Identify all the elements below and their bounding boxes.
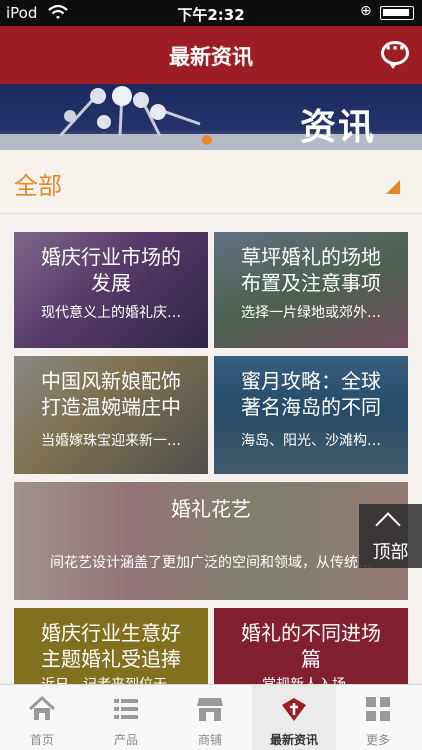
list-icon — [112, 695, 140, 723]
news-card[interactable]: 婚礼的不同进场 篇 常规新人入场… — [214, 608, 408, 684]
card-title-line1: 婚庆行业市场的 — [41, 245, 181, 269]
tab-label: 最新资讯 — [269, 733, 318, 747]
news-icon — [280, 695, 308, 723]
card-title-line1: 蜜月攻略：全球 — [241, 369, 381, 393]
card-summary: 近日，记者来到位于… — [22, 674, 200, 684]
chat-bubble-icon[interactable] — [381, 38, 409, 69]
tab-products[interactable]: 产品 — [84, 685, 168, 750]
filter-label: 全部 — [14, 172, 62, 200]
card-title-line2: 布置及注意事项 — [241, 271, 381, 295]
page-title: 最新资讯 — [169, 45, 253, 69]
card-title-line2: 打造温婉端庄中 — [41, 395, 181, 419]
chevron-up-icon — [375, 512, 401, 538]
tab-label: 产品 — [113, 733, 138, 747]
tab-news[interactable]: 最新资讯 — [252, 685, 336, 750]
card-title-line1: 婚庆行业生意好 — [41, 621, 181, 645]
card-title-line1: 婚礼花艺 — [171, 497, 251, 521]
card-summary: 现代意义上的婚礼庆… — [41, 305, 181, 321]
card-title-line1: 婚礼的不同进场 — [241, 621, 381, 645]
tab-label: 首页 — [29, 733, 54, 747]
carousel-indicator[interactable] — [202, 135, 212, 145]
tab-shop[interactable]: 商铺 — [168, 685, 252, 750]
card-title-line2: 发展 — [91, 271, 131, 295]
status-bar: iPod 下午2:32 ⊕ — [0, 0, 422, 26]
tab-label: 商铺 — [197, 733, 222, 747]
banner-title: 资讯 — [300, 107, 377, 148]
bottom-tab-bar: 首页 产品 商铺 最新资讯 更多 — [0, 684, 422, 750]
card-summary: 常规新人入场… — [222, 674, 400, 684]
clock: 下午2:32 — [177, 6, 245, 24]
card-title-line1: 草坪婚礼的场地 — [241, 245, 381, 269]
tab-more[interactable]: 更多 — [336, 685, 420, 750]
back-to-top-label: 顶部 — [372, 542, 409, 563]
card-title-line2: 主题婚礼受追捧 — [41, 647, 181, 671]
card-summary: 选择一片绿地或郊外… — [241, 305, 381, 321]
tab-label: 更多 — [365, 733, 390, 747]
back-to-top-button[interactable]: 顶部 — [359, 504, 422, 568]
news-card[interactable]: 草坪婚礼的场地 布置及注意事项 选择一片绿地或郊外… — [214, 232, 408, 348]
news-card[interactable]: 中国风新娘配饰 打造温婉端庄中 当婚嫁珠宝迎来新一… — [14, 356, 208, 474]
news-card[interactable]: 婚庆行业生意好 主题婚礼受追捧 近日，记者来到位于… — [14, 608, 208, 684]
card-title-line2: 著名海岛的不同 — [241, 395, 381, 419]
battery-icon — [380, 6, 414, 20]
news-card[interactable]: 婚庆行业市场的 发展 现代意义上的婚礼庆… — [14, 232, 208, 348]
card-title-line1: 中国风新娘配饰 — [41, 369, 181, 393]
news-card[interactable]: 蜜月攻略：全球 著名海岛的不同 海岛、阳光、沙滩构… — [214, 356, 408, 474]
card-summary: 当婚嫁珠宝迎来新一… — [41, 433, 181, 449]
dropdown-triangle-icon[interactable] — [386, 180, 400, 194]
grid-icon — [364, 695, 392, 723]
card-title-line2: 篇 — [301, 647, 321, 671]
home-icon — [28, 695, 56, 723]
card-summary: 间花艺设计涵盖了更加广泛的空间和领域，从传统… — [50, 555, 372, 571]
nav-bar: 最新资讯 — [0, 26, 422, 84]
category-filter[interactable]: 全部 — [0, 150, 422, 214]
card-summary: 海岛、阳光、沙滩构… — [241, 433, 381, 449]
shop-icon — [196, 695, 224, 723]
news-card-wide[interactable]: 婚礼花艺 间花艺设计涵盖了更加广泛的空间和领域，从传统… — [14, 482, 408, 600]
tab-home[interactable]: 首页 — [0, 685, 84, 750]
rotation-lock-icon: ⊕ — [360, 3, 372, 19]
